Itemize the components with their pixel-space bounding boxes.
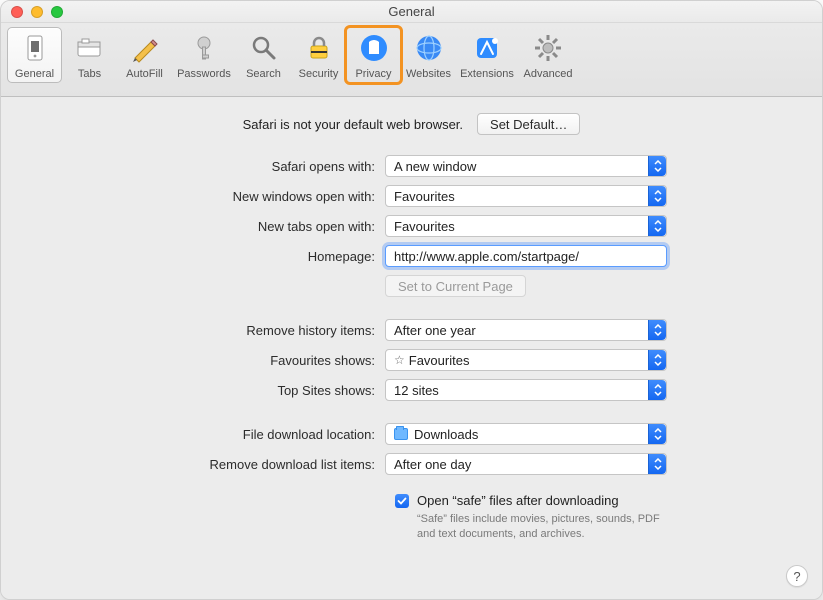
toolbar-tab-label: Extensions [460,68,514,80]
toolbar-tab-autofill[interactable]: AutoFill [117,27,172,83]
autofill-icon [129,32,161,64]
set-to-current-page-button[interactable]: Set to Current Page [385,275,526,297]
toolbar-tab-tabs[interactable]: Tabs [62,27,117,83]
star-icon: ☆ [394,353,405,367]
close-window-button[interactable] [11,6,23,18]
toolbar-tab-general[interactable]: General [7,27,62,83]
open-safe-files-help: “Safe” files include movies, pictures, s… [417,512,677,542]
toolbar-tab-label: Security [299,68,339,80]
default-browser-message: Safari is not your default web browser. [243,117,463,132]
window-controls [11,6,63,18]
toolbar-tab-label: Advanced [524,68,573,80]
top-sites-shows-select[interactable]: 12 sites [385,379,667,401]
safari-opens-with-select[interactable]: A new window [385,155,667,177]
toolbar-tab-label: General [15,68,54,80]
toolbar-tab-label: Websites [406,68,451,80]
toolbar-tab-advanced[interactable]: Advanced [518,27,578,83]
new-windows-open-with-select[interactable]: Favourites [385,185,667,207]
general-pane: Safari is not your default web browser. … [1,97,822,599]
advanced-icon [532,32,564,64]
preferences-toolbar: General Tabs AutoFill Passwords Search [1,23,822,97]
open-safe-files-checkbox[interactable] [395,494,409,508]
security-icon [303,32,335,64]
label-new-tabs: New tabs open with: [25,219,385,234]
window-title: General [388,4,434,19]
dropdown-arrows-icon [648,424,666,444]
toolbar-tab-passwords[interactable]: Passwords [172,27,236,83]
toolbar-tab-security[interactable]: Security [291,27,346,83]
remove-history-items-select[interactable]: After one year [385,319,667,341]
dropdown-arrows-icon [648,320,666,340]
dropdown-arrows-icon [648,186,666,206]
dropdown-arrows-icon [648,216,666,236]
label-new-windows: New windows open with: [25,189,385,204]
websites-icon [413,32,445,64]
favourites-shows-select[interactable]: ☆ Favourites [385,349,667,371]
label-homepage: Homepage: [25,249,385,264]
file-download-location-select[interactable]: Downloads [385,423,667,445]
dropdown-arrows-icon [648,156,666,176]
minimize-window-button[interactable] [31,6,43,18]
dropdown-arrows-icon [648,350,666,370]
toolbar-tab-extensions[interactable]: Extensions [456,27,518,83]
general-icon [19,32,51,64]
label-favourites-shows: Favourites shows: [25,353,385,368]
label-remove-history: Remove history items: [25,323,385,338]
homepage-input[interactable] [385,245,667,267]
remove-download-list-items-select[interactable]: After one day [385,453,667,475]
toolbar-tab-privacy[interactable]: Privacy [346,27,401,83]
tabs-icon [74,32,106,64]
toolbar-tab-label: Privacy [355,68,391,80]
dropdown-arrows-icon [648,454,666,474]
toolbar-tab-label: AutoFill [126,68,163,80]
dropdown-arrows-icon [648,380,666,400]
new-tabs-open-with-select[interactable]: Favourites [385,215,667,237]
toolbar-tab-websites[interactable]: Websites [401,27,456,83]
extensions-icon [471,32,503,64]
label-download-location: File download location: [25,427,385,442]
label-top-sites: Top Sites shows: [25,383,385,398]
titlebar: General [1,1,822,23]
toolbar-tab-label: Passwords [177,68,231,80]
set-default-button[interactable]: Set Default… [477,113,580,135]
open-safe-files-label: Open “safe” files after downloading [417,493,619,508]
label-safari-opens-with: Safari opens with: [25,159,385,174]
toolbar-tab-label: Tabs [78,68,101,80]
preferences-window: General General Tabs AutoFill Passw [0,0,823,600]
privacy-icon [358,32,390,64]
folder-icon [394,428,408,440]
search-icon [248,32,280,64]
help-button[interactable]: ? [786,565,808,587]
zoom-window-button[interactable] [51,6,63,18]
toolbar-tab-label: Search [246,68,281,80]
passwords-icon [188,32,220,64]
toolbar-tab-search[interactable]: Search [236,27,291,83]
label-remove-downloads: Remove download list items: [25,457,385,472]
